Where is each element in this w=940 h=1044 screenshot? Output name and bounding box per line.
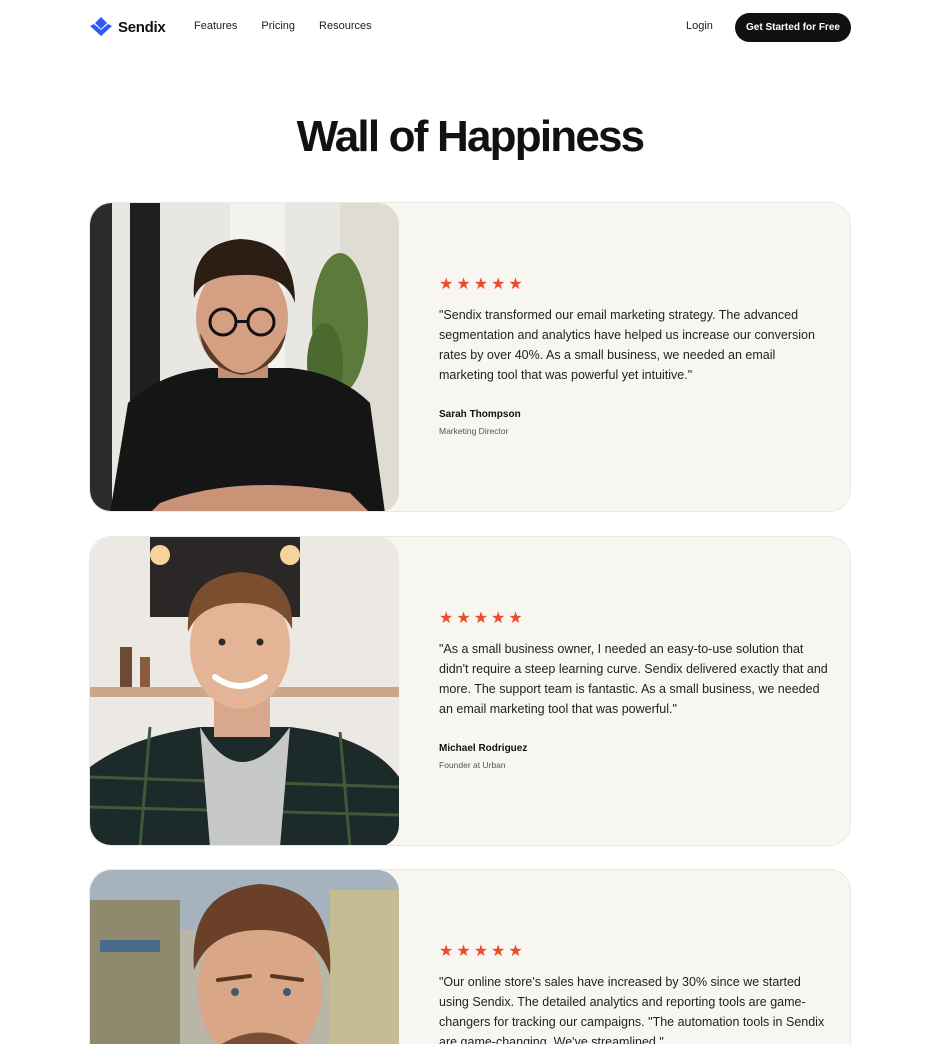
- star-icon: ★: [473, 941, 489, 960]
- testimonial-quote: "Our online store's sales have increased…: [439, 975, 825, 1044]
- star-rating: ★ ★ ★ ★ ★: [439, 276, 829, 292]
- nav-link-features[interactable]: Features: [194, 20, 237, 32]
- testimonial-card: ★ ★ ★ ★ ★ "Our online store's sales have…: [89, 869, 851, 1044]
- testimonial-author-role: Founder at Urban: [439, 760, 506, 770]
- star-icon: ★: [491, 941, 506, 960]
- testimonial-content: ★ ★ ★ ★ ★ "Sendix transformed our email …: [439, 276, 829, 437]
- brand-logo-icon: [90, 17, 112, 36]
- testimonial-photo: [90, 537, 399, 845]
- login-link[interactable]: Login: [686, 20, 713, 32]
- star-icon: ★: [456, 274, 471, 293]
- main-nav: Features Pricing Resources: [194, 20, 372, 32]
- testimonial-quote: "Sendix transformed our email marketing …: [439, 308, 815, 382]
- star-icon: ★: [456, 941, 471, 960]
- brand-name: Sendix: [118, 18, 166, 36]
- top-nav: Sendix Features Pricing Resources Login …: [0, 0, 940, 56]
- brand-logo[interactable]: Sendix: [89, 16, 166, 38]
- testimonial-author-role: Marketing Director: [439, 426, 509, 436]
- testimonial-card: ★ ★ ★ ★ ★ "Sendix transformed our email …: [89, 202, 851, 512]
- testimonial-photo: [90, 203, 399, 511]
- star-icon: ★: [491, 608, 506, 627]
- testimonial-content: ★ ★ ★ ★ ★ "Our online store's sales have…: [439, 943, 829, 1044]
- star-icon: ★: [508, 274, 523, 293]
- star-icon: ★: [508, 608, 523, 627]
- star-icon: ★: [439, 941, 454, 960]
- nav-link-pricing[interactable]: Pricing: [261, 20, 295, 32]
- star-icon: ★: [473, 274, 489, 293]
- star-icon: ★: [491, 274, 506, 293]
- testimonial-content: ★ ★ ★ ★ ★ "As a small business owner, I …: [439, 610, 829, 771]
- star-rating: ★ ★ ★ ★ ★: [439, 943, 829, 959]
- testimonial-author-name: Michael Rodriguez: [439, 743, 528, 754]
- nav-link-resources[interactable]: Resources: [319, 20, 372, 32]
- testimonial-photo: [90, 870, 399, 1044]
- star-icon: ★: [473, 608, 489, 627]
- testimonial-author-name: Sarah Thompson: [439, 409, 521, 420]
- testimonial-card: ★ ★ ★ ★ ★ "As a small business owner, I …: [89, 536, 851, 846]
- star-icon: ★: [456, 608, 471, 627]
- testimonial-quote: "As a small business owner, I needed an …: [439, 642, 828, 716]
- star-icon: ★: [439, 608, 454, 627]
- star-icon: ★: [439, 274, 454, 293]
- get-started-button[interactable]: Get Started for Free: [735, 13, 851, 42]
- star-rating: ★ ★ ★ ★ ★: [439, 610, 829, 626]
- star-icon: ★: [508, 941, 523, 960]
- page-title: Wall of Happiness: [296, 112, 646, 161]
